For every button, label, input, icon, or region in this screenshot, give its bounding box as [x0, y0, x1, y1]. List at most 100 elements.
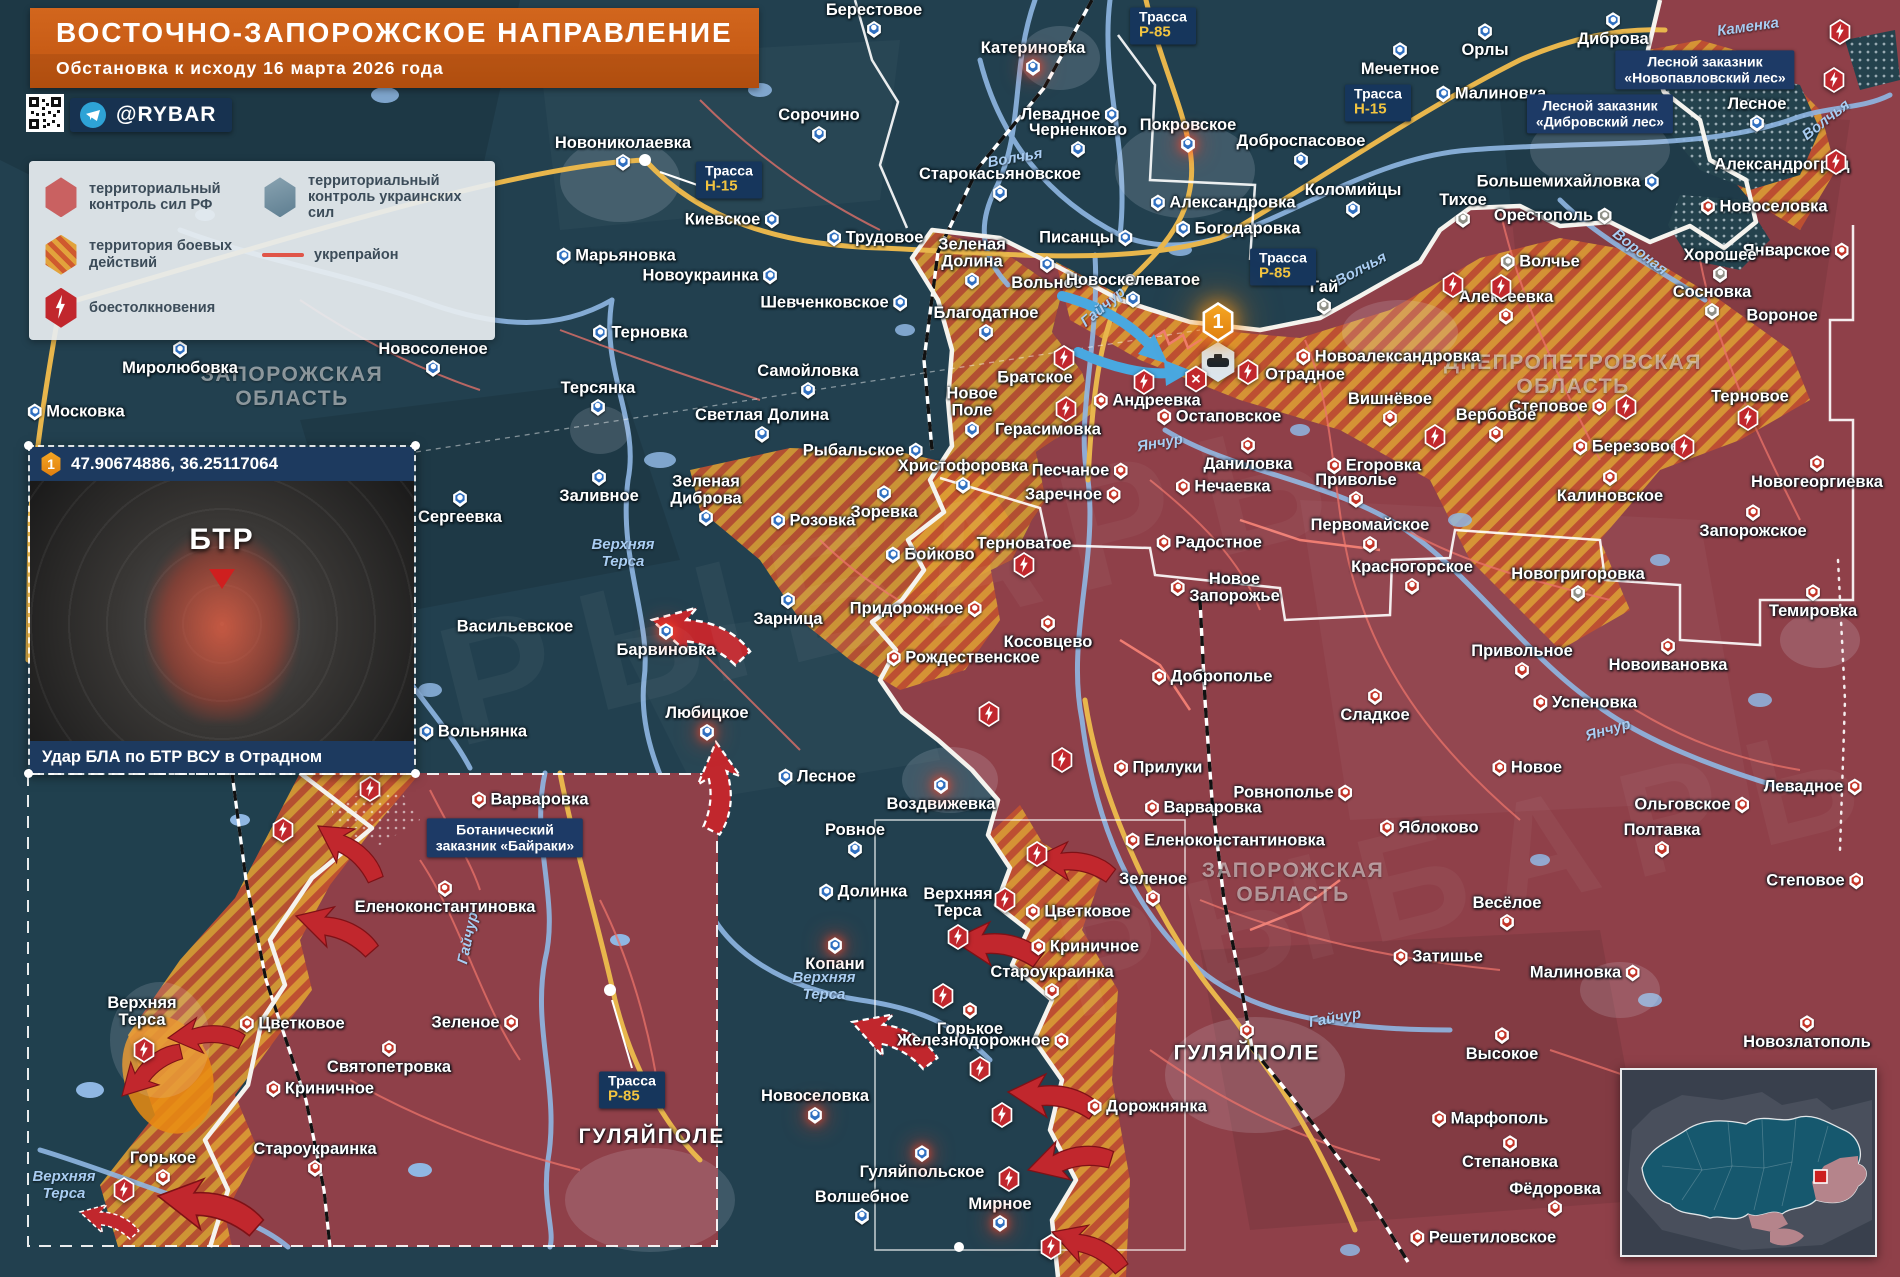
- town-label: Радостное: [1175, 535, 1262, 552]
- river-label: Волчья: [1333, 248, 1390, 289]
- town-pin-russian: [1156, 535, 1171, 552]
- map-town: Трудовое: [827, 230, 924, 247]
- town-label: Зоревка: [850, 504, 917, 521]
- town-pin-gray: [1712, 266, 1727, 283]
- map-town: Весёлое: [1473, 895, 1542, 931]
- town-pin-russian: [1125, 833, 1140, 850]
- town-label: Ольговское: [1634, 797, 1730, 814]
- town-label: Сосновка: [1673, 284, 1752, 301]
- nature-reserve-badge: Ботаническийзаказник «Байраки»: [427, 818, 583, 857]
- reserve-badge-line: Лесной заказник: [1624, 53, 1785, 69]
- town-label: Новое Поле: [946, 386, 997, 420]
- town-pin-ukrainian: [1071, 141, 1086, 158]
- town-label: Терноватое: [977, 536, 1072, 553]
- town-pin-ukrainian: [1605, 12, 1620, 29]
- map-town: Верхняя Терса: [107, 995, 176, 1029]
- town-label: Рождественское: [905, 650, 1039, 667]
- road-badge-label: Трасса: [705, 164, 753, 179]
- town-pin-ukrainian: [979, 324, 994, 341]
- town-pin-russian: [1296, 349, 1311, 366]
- map-town: Ольговское: [1634, 797, 1749, 814]
- town-label: Новоселовка: [761, 1088, 869, 1105]
- town-label: Розовка: [790, 513, 856, 530]
- map-town: Варваровка: [471, 792, 588, 809]
- ua-control-icon: [262, 177, 298, 217]
- town-pin-ukrainian: [847, 841, 862, 858]
- map-town: Большемихайловка: [1477, 174, 1660, 191]
- map-subtitle: Обстановка к исходу 16 марта 2026 года: [30, 54, 759, 88]
- map-town: Лесное: [1728, 96, 1787, 132]
- town-pin-russian: [471, 792, 486, 809]
- town-pin-ukrainian: [1176, 221, 1191, 238]
- town-pin-ukrainian: [992, 1215, 1007, 1232]
- map-town: Новоскелеватое: [1066, 272, 1200, 308]
- town-label: Бойково: [904, 547, 974, 564]
- town-label: Диброва: [1577, 31, 1648, 48]
- town-pin-ukrainian: [27, 404, 42, 421]
- clash-icon: [1025, 841, 1049, 867]
- clash-icon: [1614, 394, 1638, 420]
- town-label: Старокасьяновское: [919, 166, 1081, 183]
- town-pin-russian: [1847, 779, 1862, 796]
- city-label: ГУЛЯЙПОЛЕ: [1174, 1023, 1321, 1066]
- clash-icon: [968, 1056, 992, 1082]
- nature-reserve-badge: Лесной заказник«Новопавловский лес»: [1615, 50, 1794, 89]
- town-label: Темировка: [1769, 603, 1857, 620]
- town-label: Новоалександровка: [1315, 349, 1480, 366]
- town-label: Староукраинка: [990, 964, 1113, 981]
- map-town: Лесное: [778, 769, 856, 786]
- target-pointer-icon: [209, 569, 235, 589]
- map-town: Еленоконстантиновка: [1125, 833, 1325, 850]
- town-pin-ukrainian: [755, 426, 770, 443]
- town-label: Воздвижевка: [887, 796, 996, 813]
- map-town: Новоивановка: [1609, 638, 1728, 674]
- town-label: Зарница: [753, 611, 822, 628]
- map-town: Терновое: [1711, 389, 1789, 406]
- reserve-badge-line: «Дибровский лес»: [1536, 114, 1664, 130]
- map-town: Приволье: [1315, 472, 1396, 508]
- town-pin-russian: [1241, 437, 1256, 454]
- town-pin-ukrainian: [1436, 86, 1451, 103]
- map-town: Дорожнянка: [1087, 1099, 1207, 1116]
- map-town: Зеленая Диброва: [670, 474, 741, 527]
- city-label: ГУЛЯЙПОЛЕ: [579, 1125, 726, 1149]
- town-label: Прилуки: [1133, 760, 1203, 777]
- town-label: Нечаевка: [1194, 479, 1270, 496]
- town-pin-ukrainian: [591, 469, 606, 486]
- clash-icon: [1672, 434, 1696, 460]
- town-pin-russian: [1240, 1023, 1255, 1040]
- map-town: Цветковое: [1025, 904, 1130, 921]
- town-pin-ukrainian: [780, 592, 795, 609]
- clashes-icon: [43, 288, 79, 328]
- map-town: Криничное: [266, 1081, 374, 1098]
- town-pin-ukrainian: [811, 126, 826, 143]
- map-town: Криничное: [1031, 939, 1139, 956]
- town-pin-russian: [1382, 410, 1397, 427]
- town-label: Красногорское: [1351, 559, 1473, 576]
- map-town: Зеленая Долина: [938, 237, 1006, 290]
- town-pin-russian: [962, 1002, 977, 1019]
- town-label: Васильевское: [457, 619, 573, 636]
- clash-icon: [990, 1102, 1014, 1128]
- town-pin-gray: [1570, 585, 1585, 602]
- town-label: Даниловка: [1204, 456, 1293, 473]
- town-label: Цветковое: [258, 1016, 344, 1033]
- town-pin-russian: [504, 1015, 519, 1032]
- map-town: Самойловка: [757, 363, 858, 399]
- map-town: Отрадное: [1265, 367, 1345, 384]
- town-pin-russian: [1735, 797, 1750, 814]
- map-town: Зеленое: [431, 1015, 518, 1032]
- photo-caption: Удар БЛА по БТР ВСУ в Отрадном: [30, 741, 414, 773]
- map-town: Доброспасовое: [1237, 133, 1366, 169]
- town-label: Марфополь: [1451, 1111, 1549, 1128]
- town-pin-ukrainian: [771, 513, 786, 530]
- town-label: Писанцы: [1039, 230, 1114, 247]
- map-town: Степовое: [1766, 873, 1863, 890]
- road-badge-label: Трасса: [608, 1074, 656, 1089]
- town-pin-russian: [1368, 688, 1383, 705]
- town-label: Христофоровка: [898, 458, 1028, 475]
- town-label: Тихое: [1439, 192, 1487, 209]
- town-pin-ukrainian: [556, 248, 571, 265]
- map-town: Темировка: [1769, 584, 1857, 620]
- clash-icon: [931, 983, 955, 1009]
